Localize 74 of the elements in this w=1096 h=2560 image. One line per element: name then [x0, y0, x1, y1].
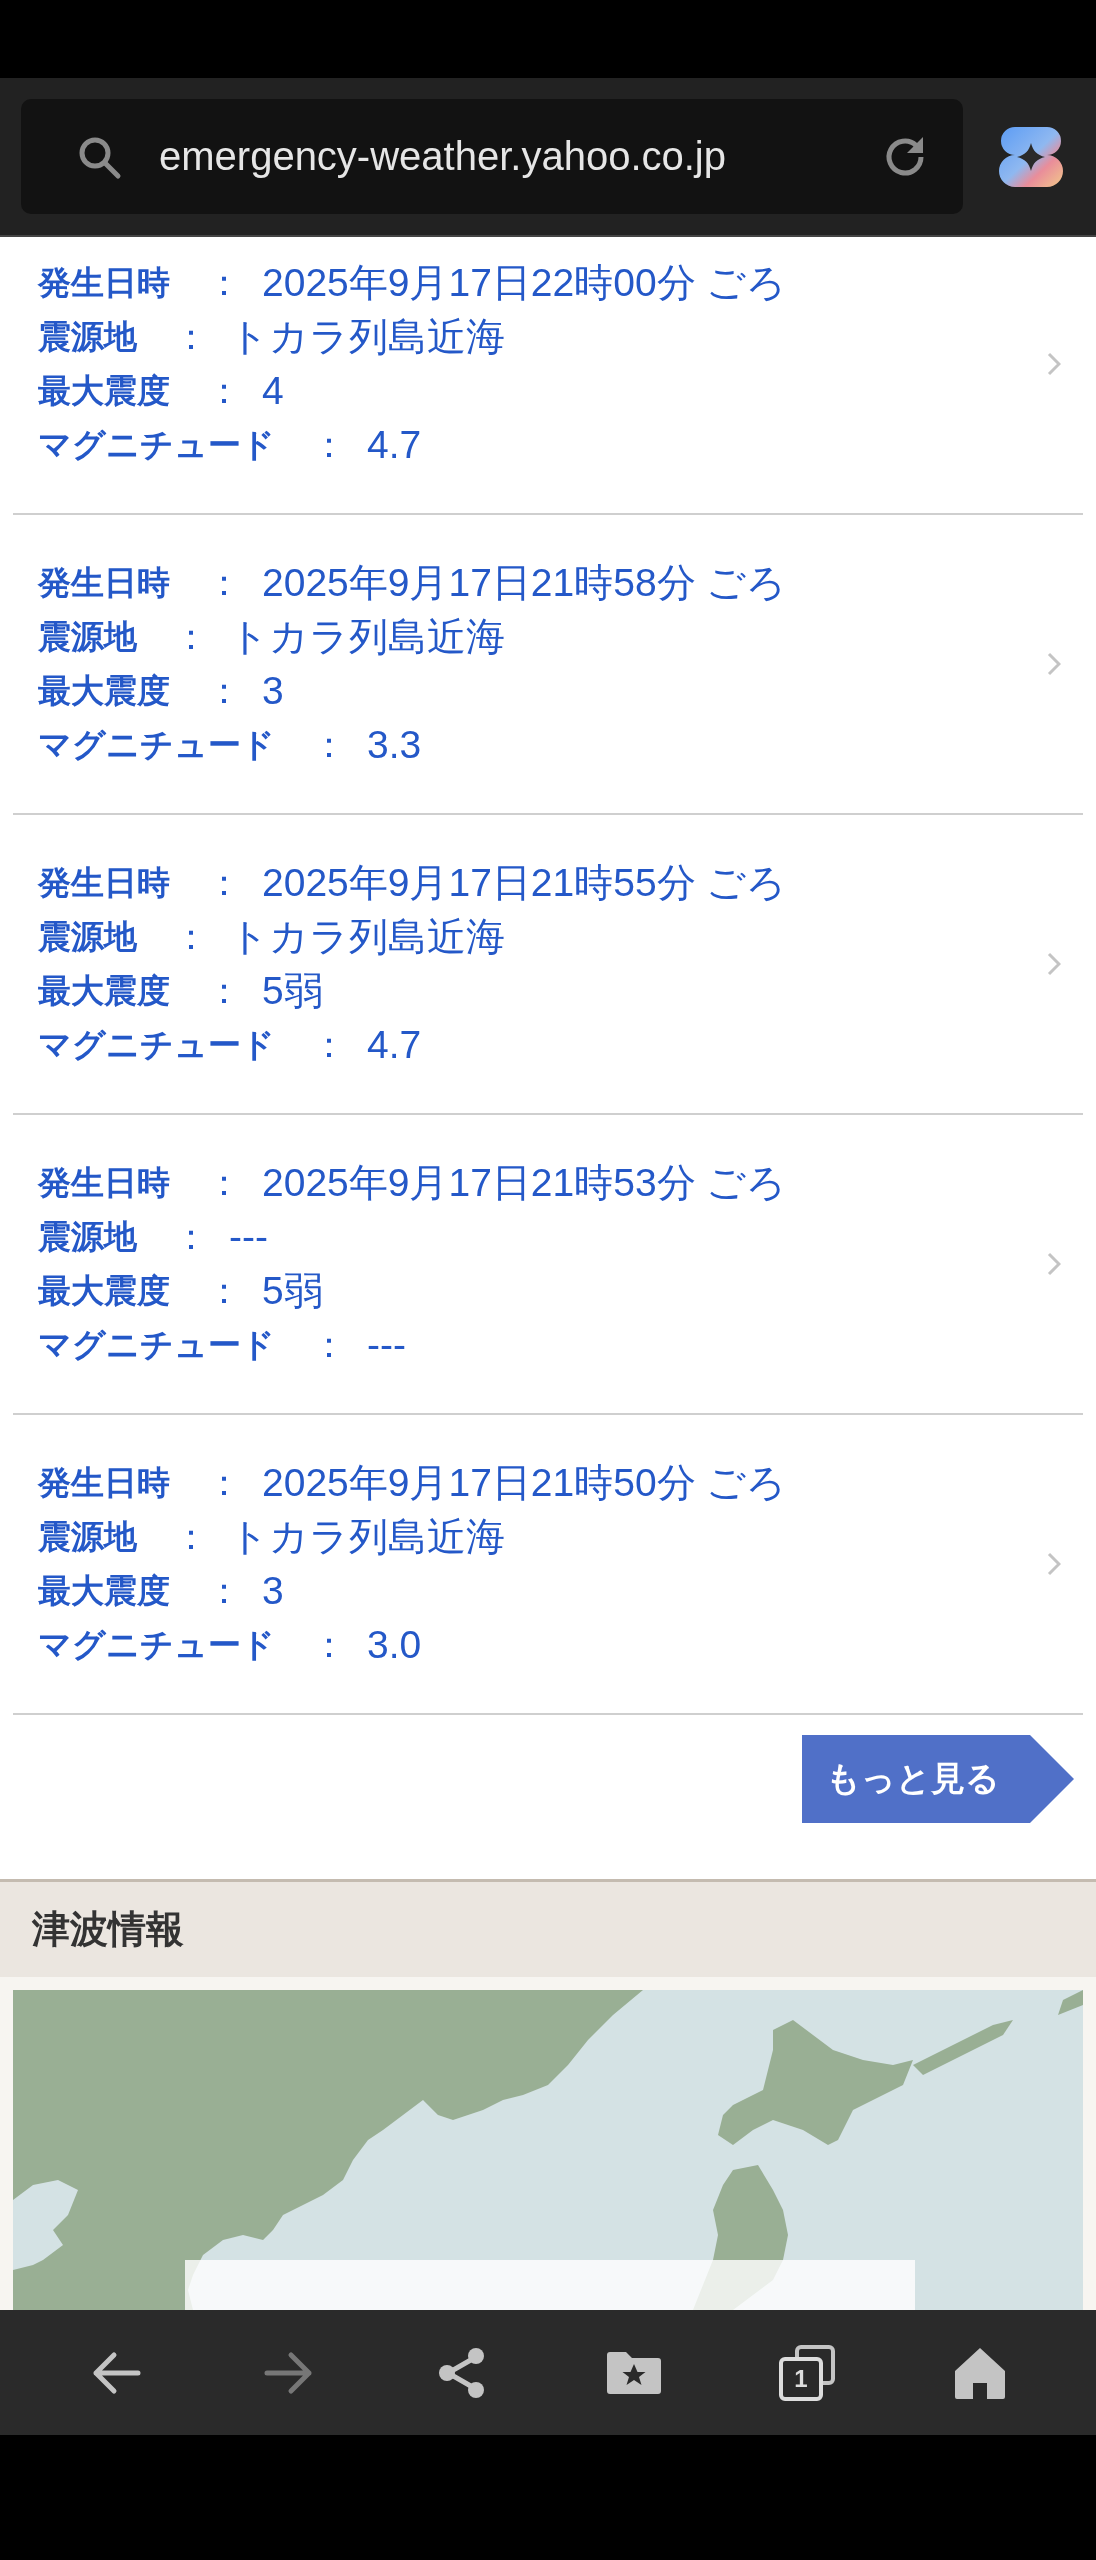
colon: ：	[206, 1160, 242, 1205]
colon: ：	[173, 314, 209, 359]
colon: ：	[206, 668, 242, 713]
field-value: 3	[262, 669, 284, 713]
colon: ：	[206, 260, 242, 305]
field-label: マグニチュード	[38, 1024, 275, 1065]
earthquake-list-item[interactable]: 発生日時 ： 2025年9月17日21時58分 ごろ 震源地 ： トカラ列島近海 最大震度 ： 3 マグニチュード ： 3.3	[13, 515, 1083, 815]
field-value: 3	[262, 1569, 284, 1613]
colon: ：	[206, 1268, 242, 1313]
chevron-right-icon	[1047, 652, 1061, 676]
colon: ：	[206, 1460, 242, 1505]
field-value: 5弱	[262, 1268, 323, 1314]
field-value: 2025年9月17日21時55分 ごろ	[262, 860, 787, 906]
field-value: 5弱	[262, 968, 323, 1014]
field-value: トカラ列島近海	[229, 614, 505, 660]
field-value: 3.3	[367, 723, 422, 767]
field-label: 最大震度	[38, 1570, 170, 1611]
field-label: マグニチュード	[38, 1324, 275, 1365]
field-value: 4	[262, 369, 284, 413]
field-label: 最大震度	[38, 1270, 170, 1311]
field-value: トカラ列島近海	[229, 1514, 505, 1560]
colon: ：	[311, 722, 347, 767]
section-title: 津波情報	[32, 1906, 184, 1952]
earthquake-list-item[interactable]: 発生日時 ： 2025年9月17日21時55分 ごろ 震源地 ： トカラ列島近海 最大震度 ： 5弱 マグニチュード ： 4.7	[13, 815, 1083, 1115]
colon: ：	[173, 614, 209, 659]
field-label: 発生日時	[38, 1462, 170, 1503]
field-value: 2025年9月17日21時53分 ごろ	[262, 1160, 787, 1206]
colon: ：	[173, 1214, 209, 1259]
colon: ：	[173, 914, 209, 959]
field-value: 4.7	[367, 423, 422, 467]
field-label: 最大震度	[38, 670, 170, 711]
colon: ：	[206, 860, 242, 905]
field-label: 発生日時	[38, 1162, 170, 1203]
field-value: 2025年9月17日21時50分 ごろ	[262, 1460, 787, 1506]
colon: ：	[206, 368, 242, 413]
field-label: 発生日時	[38, 262, 170, 303]
colon: ：	[311, 1322, 347, 1367]
field-value: ---	[367, 1323, 406, 1367]
sparkle-app-icon[interactable]	[999, 124, 1063, 189]
field-value: トカラ列島近海	[229, 914, 505, 960]
field-label: 発生日時	[38, 562, 170, 603]
field-value: トカラ列島近海	[229, 314, 505, 360]
field-value: 2025年9月17日21時58分 ごろ	[262, 560, 787, 606]
colon: ：	[173, 1514, 209, 1559]
colon: ：	[311, 422, 347, 467]
earthquake-list-item[interactable]: 発生日時 ： 2025年9月17日21時53分 ごろ 震源地 ： --- 最大震度 ： 5弱 マグニチュード ： ---	[13, 1115, 1083, 1415]
chevron-right-icon	[1047, 1552, 1061, 1576]
colon: ：	[206, 968, 242, 1013]
chevron-right-icon	[1047, 952, 1061, 976]
field-label: 震源地	[38, 916, 137, 957]
chevron-right-icon	[1047, 1252, 1061, 1276]
field-value: 4.7	[367, 1023, 422, 1067]
field-value: 2025年9月17日22時00分 ごろ	[262, 260, 787, 306]
field-label: 震源地	[38, 1216, 137, 1257]
colon: ：	[311, 1022, 347, 1067]
field-label: 最大震度	[38, 370, 170, 411]
chevron-right-icon	[1047, 352, 1061, 376]
field-label: 発生日時	[38, 862, 170, 903]
field-label: 震源地	[38, 316, 137, 357]
colon: ：	[206, 1568, 242, 1613]
field-label: マグニチュード	[38, 424, 275, 465]
field-label: マグニチュード	[38, 724, 275, 765]
field-label: 最大震度	[38, 970, 170, 1011]
earthquake-list-item[interactable]: 発生日時 ： 2025年9月17日21時50分 ごろ 震源地 ： トカラ列島近海 最大震度 ： 3 マグニチュード ： 3.0	[13, 1415, 1083, 1715]
field-value: ---	[229, 1215, 268, 1259]
field-value: 3.0	[367, 1623, 422, 1667]
field-label: 震源地	[38, 616, 137, 657]
field-label: マグニチュード	[38, 1624, 275, 1665]
field-label: 震源地	[38, 1516, 137, 1557]
address-field[interactable]: emergency-weather.yahoo.co.jp	[21, 99, 963, 214]
colon: ：	[206, 560, 242, 605]
more-button[interactable]: もっと見る	[802, 1735, 1074, 1823]
colon: ：	[311, 1622, 347, 1667]
earthquake-list-item[interactable]: 発生日時 ： 2025年9月17日22時00分 ごろ 震源地 ： トカラ列島近海 最大震度 ： 4 マグニチュード ： 4.7	[13, 237, 1083, 515]
